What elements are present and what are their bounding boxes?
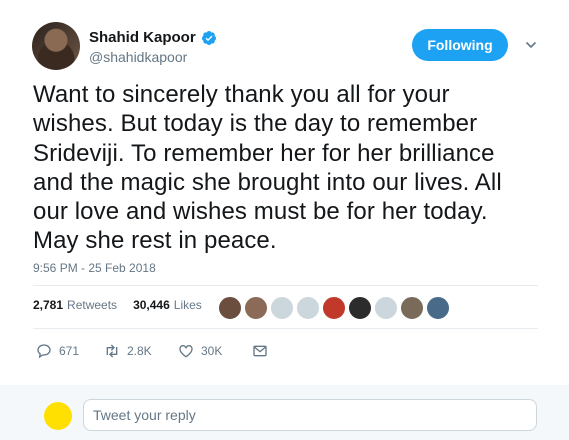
- like-action[interactable]: 30K: [178, 343, 252, 359]
- like-count: 30K: [201, 344, 223, 358]
- likes-count[interactable]: 30,446: [133, 298, 170, 312]
- liker-avatar[interactable]: [322, 296, 346, 320]
- verified-badge-icon: [201, 30, 216, 45]
- chevron-down-icon[interactable]: [525, 39, 537, 51]
- envelope-icon: [253, 345, 267, 357]
- display-name[interactable]: Shahid Kapoor: [89, 29, 196, 46]
- liker-avatar[interactable]: [374, 296, 398, 320]
- liker-avatar[interactable]: [218, 296, 242, 320]
- heart-icon: [179, 345, 193, 358]
- retweets-count[interactable]: 2,781: [33, 298, 63, 312]
- user-avatar[interactable]: [32, 22, 80, 70]
- reply-count: 671: [59, 344, 80, 358]
- name-row: Shahid Kapoor: [89, 29, 217, 46]
- divider: [33, 328, 538, 329]
- liker-avatar[interactable]: [270, 296, 294, 320]
- retweet-icon: [106, 344, 118, 358]
- tweet-text: Want to sincerely thank you all for your…: [33, 81, 502, 255]
- reply-action[interactable]: 671: [36, 343, 104, 359]
- tweet-actions: 671 2.8K 30K: [36, 343, 268, 359]
- following-button[interactable]: Following: [412, 29, 508, 61]
- retweet-count: 2.8K: [127, 344, 152, 358]
- tweet-stats: 2,781 Retweets 30,446 Likes: [33, 298, 202, 312]
- divider: [33, 285, 538, 286]
- likes-label[interactable]: Likes: [174, 298, 202, 312]
- tweet-reply-input[interactable]: [83, 399, 537, 431]
- user-handle[interactable]: @shahidkapoor: [89, 49, 187, 65]
- current-user-avatar: [44, 402, 72, 430]
- liker-avatar[interactable]: [296, 296, 320, 320]
- reply-icon: [37, 344, 51, 359]
- direct-message-action[interactable]: [252, 343, 268, 359]
- liker-avatar[interactable]: [400, 296, 424, 320]
- retweets-label[interactable]: Retweets: [67, 298, 117, 312]
- retweet-action[interactable]: 2.8K: [104, 343, 178, 359]
- liker-avatar[interactable]: [348, 296, 372, 320]
- tweet-timestamp[interactable]: 9:56 PM - 25 Feb 2018: [33, 261, 156, 275]
- tweet-header: Shahid Kapoor @shahidkapoor Following: [0, 0, 569, 78]
- liker-avatar[interactable]: [426, 296, 450, 320]
- liker-avatars: [218, 296, 450, 320]
- liker-avatar[interactable]: [244, 296, 268, 320]
